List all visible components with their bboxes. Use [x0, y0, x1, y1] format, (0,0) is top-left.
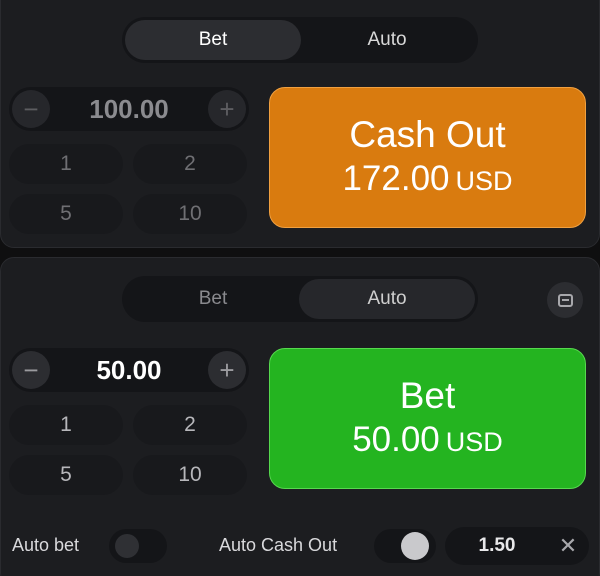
bet-currency: USD [445, 426, 503, 457]
auto-cashout-toggle-knob [401, 532, 429, 560]
auto-bet-label: Auto bet [12, 534, 80, 555]
close-icon[interactable]: ✕ [551, 529, 585, 563]
remove-panel-button[interactable] [547, 282, 583, 318]
bet-amount-stepper: − 100.00 + [9, 87, 249, 131]
decrease-amount-button[interactable]: − [12, 90, 50, 128]
quick-amount-5[interactable]: 5 [9, 455, 123, 495]
tab-bet[interactable]: Bet [125, 20, 301, 60]
place-bet-button[interactable]: Bet 50.00 USD [269, 348, 586, 489]
quick-amount-2[interactable]: 2 [133, 144, 247, 184]
cash-out-button[interactable]: Cash Out 172.00 USD [269, 87, 586, 228]
bet-label: Bet [399, 374, 456, 416]
tab-bet[interactable]: Bet [125, 279, 301, 319]
bottom-bet-panel: Bet Auto − 50.00 + 1 2 5 10 Bet 50.00 USD… [0, 257, 600, 576]
bet-amount-line: 50.00 USD [352, 418, 503, 464]
quick-amount-10[interactable]: 10 [133, 455, 247, 495]
cash-out-currency: USD [455, 165, 513, 196]
auto-cashout-multiplier-field: 1.50 ✕ [445, 527, 589, 565]
quick-amount-10[interactable]: 10 [133, 194, 247, 234]
bet-amount-input[interactable]: 100.00 [53, 87, 205, 131]
increase-amount-button[interactable]: + [208, 90, 246, 128]
auto-cashout-toggle[interactable] [374, 529, 436, 563]
bet-mode-tabs: Bet Auto [122, 276, 478, 322]
auto-cashout-label: Auto Cash Out [219, 534, 338, 555]
bet-amount-input[interactable]: 50.00 [53, 348, 205, 392]
minus-square-icon [557, 293, 573, 307]
increase-amount-button[interactable]: + [208, 351, 246, 389]
decrease-amount-button[interactable]: − [12, 351, 50, 389]
cash-out-label: Cash Out [349, 113, 506, 155]
cash-out-amount-line: 172.00 USD [342, 157, 512, 203]
quick-amount-5[interactable]: 5 [9, 194, 123, 234]
bet-mode-tabs: Bet Auto [122, 17, 478, 63]
auto-settings-row: Auto bet Auto Cash Out 1.50 ✕ [1, 523, 600, 567]
bet-amount: 50.00 [352, 419, 440, 459]
quick-amount-1[interactable]: 1 [9, 405, 123, 445]
tab-auto[interactable]: Auto [299, 279, 475, 319]
quick-amount-2[interactable]: 2 [133, 405, 247, 445]
auto-cashout-multiplier-input[interactable]: 1.50 [445, 527, 549, 565]
bet-amount-stepper: − 50.00 + [9, 348, 249, 392]
auto-bet-toggle-knob [115, 534, 139, 558]
top-bet-panel: Bet Auto − 100.00 + 1 2 5 10 Cash Out 17… [0, 0, 600, 248]
quick-amount-1[interactable]: 1 [9, 144, 123, 184]
tab-auto[interactable]: Auto [299, 20, 475, 60]
auto-bet-toggle[interactable] [109, 529, 167, 563]
cash-out-amount: 172.00 [342, 158, 450, 198]
